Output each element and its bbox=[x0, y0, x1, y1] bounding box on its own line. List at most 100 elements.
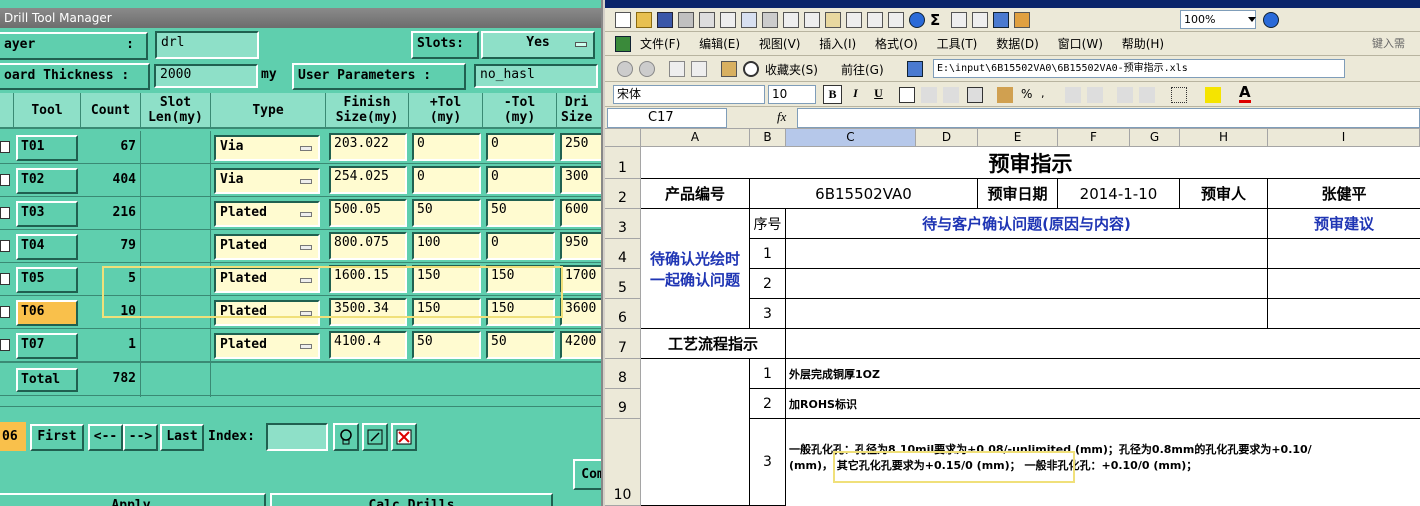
minus-tol-input[interactable]: 50 bbox=[486, 199, 555, 227]
finish-size-input[interactable]: 500.05 bbox=[329, 199, 407, 227]
home-icon[interactable] bbox=[721, 61, 737, 77]
type-dropdown[interactable]: Plated bbox=[214, 201, 320, 227]
decrease-decimal-icon[interactable] bbox=[1087, 87, 1103, 103]
font-color-icon[interactable]: A bbox=[1239, 84, 1251, 103]
suggest-cell[interactable] bbox=[1268, 269, 1420, 299]
search-icon[interactable] bbox=[743, 61, 759, 77]
autosum-icon[interactable]: Σ bbox=[930, 12, 946, 28]
menu-data[interactable]: 数据(D) bbox=[996, 37, 1039, 51]
percent-icon[interactable]: % bbox=[1021, 87, 1032, 101]
stop-icon[interactable] bbox=[669, 61, 685, 77]
minus-tol-input[interactable]: 0 bbox=[486, 166, 555, 194]
favorites-menu[interactable]: 收藏夹(S) bbox=[765, 61, 818, 78]
row-header-5[interactable]: 5 bbox=[605, 269, 641, 299]
menu-window[interactable]: 窗口(W) bbox=[1058, 37, 1103, 51]
tool-button[interactable]: T01 bbox=[16, 135, 78, 161]
row-header-10[interactable]: 10 bbox=[605, 419, 641, 506]
col-header-c[interactable]: C bbox=[786, 129, 916, 147]
print-icon[interactable] bbox=[699, 12, 715, 28]
research-icon[interactable] bbox=[762, 12, 778, 28]
tool-button[interactable]: T04 bbox=[16, 234, 78, 260]
comma-icon[interactable]: , bbox=[1041, 87, 1045, 100]
next-button[interactable]: --> bbox=[123, 424, 158, 451]
menu-view[interactable]: 视图(V) bbox=[759, 37, 801, 51]
fx-icon[interactable]: fx bbox=[777, 109, 786, 125]
forward-icon[interactable] bbox=[639, 61, 655, 77]
drill-size-input[interactable]: 1700 bbox=[560, 265, 601, 293]
type-dropdown[interactable]: Via bbox=[214, 135, 320, 161]
refresh-icon[interactable] bbox=[691, 61, 707, 77]
col-header-i[interactable]: I bbox=[1268, 129, 1420, 147]
address-input[interactable]: E:\input\6B15502VA0\6B15502VA0-预审指示.xls bbox=[933, 59, 1345, 78]
finish-size-input[interactable]: 4100.4 bbox=[329, 331, 407, 359]
plus-tol-input[interactable]: 50 bbox=[412, 199, 481, 227]
row-header-1[interactable]: 1 bbox=[605, 147, 641, 179]
apply-button[interactable]: Apply bbox=[0, 493, 266, 506]
drill-size-input[interactable]: 250 bbox=[560, 133, 601, 161]
align-left-icon[interactable] bbox=[899, 87, 915, 103]
goto-menu[interactable]: 前往(G) bbox=[841, 61, 884, 78]
borders-icon[interactable] bbox=[1171, 87, 1187, 103]
paste-icon[interactable] bbox=[825, 12, 841, 28]
drawing-icon[interactable] bbox=[1014, 12, 1030, 28]
last-button[interactable]: Last bbox=[160, 424, 204, 451]
chart-icon[interactable] bbox=[993, 12, 1009, 28]
suggest-cell[interactable] bbox=[1268, 299, 1420, 329]
process-header-cell[interactable] bbox=[786, 329, 1420, 359]
col-header-a[interactable]: A bbox=[641, 129, 750, 147]
currency-icon[interactable] bbox=[997, 87, 1013, 103]
font-name-select[interactable]: 宋体 bbox=[613, 85, 765, 104]
underline-button[interactable]: U bbox=[869, 85, 888, 104]
issue-cell[interactable] bbox=[786, 239, 1268, 269]
slots-dropdown[interactable]: Yes bbox=[481, 31, 595, 59]
sort-asc-icon[interactable] bbox=[951, 12, 967, 28]
row-header-6[interactable]: 6 bbox=[605, 299, 641, 329]
process-text-2[interactable]: 加ROHS标识 bbox=[786, 389, 1420, 419]
menu-edit[interactable]: 编辑(E) bbox=[699, 37, 740, 51]
calc-drills-button[interactable]: Calc Drills bbox=[270, 493, 553, 506]
merge-center-icon[interactable] bbox=[967, 87, 983, 103]
first-button[interactable]: First bbox=[30, 424, 84, 451]
user-params-input[interactable]: no_hasl bbox=[474, 64, 598, 88]
back-icon[interactable] bbox=[617, 61, 633, 77]
row-header-7[interactable]: 7 bbox=[605, 329, 641, 359]
zoom-select[interactable]: 100% bbox=[1180, 10, 1256, 29]
index-input[interactable] bbox=[266, 423, 328, 451]
name-box[interactable]: C17 bbox=[607, 108, 727, 128]
minus-tol-input[interactable]: 0 bbox=[486, 133, 555, 161]
row-header-3[interactable]: 3 bbox=[605, 209, 641, 239]
finish-size-input[interactable]: 203.022 bbox=[329, 133, 407, 161]
drill-size-input[interactable]: 3600 bbox=[560, 298, 601, 326]
drill-size-input[interactable]: 950 bbox=[560, 232, 601, 260]
formula-input[interactable] bbox=[797, 108, 1420, 128]
suggest-cell[interactable] bbox=[1268, 239, 1420, 269]
col-header-b[interactable]: B bbox=[750, 129, 786, 147]
redo-icon[interactable] bbox=[888, 12, 904, 28]
issue-cell[interactable] bbox=[786, 299, 1268, 329]
edit-button[interactable] bbox=[362, 423, 388, 451]
tool-button[interactable]: T02 bbox=[16, 168, 78, 194]
save-icon[interactable] bbox=[657, 12, 673, 28]
format-painter-icon[interactable] bbox=[846, 12, 862, 28]
process-text-1[interactable]: 外层完成铜厚1OZ bbox=[786, 359, 1420, 389]
drill-size-input[interactable]: 600 bbox=[560, 199, 601, 227]
type-dropdown[interactable]: Plated bbox=[214, 333, 320, 359]
row-header-2[interactable]: 2 bbox=[605, 179, 641, 209]
open-icon[interactable] bbox=[636, 12, 652, 28]
show-web-toolbar-icon[interactable] bbox=[907, 61, 923, 77]
menu-format[interactable]: 格式(O) bbox=[875, 37, 918, 51]
board-thickness-input[interactable]: 2000 bbox=[154, 64, 258, 88]
align-center-icon[interactable] bbox=[921, 87, 937, 103]
tool-button[interactable]: T07 bbox=[16, 333, 78, 359]
drill-size-input[interactable]: 300 bbox=[560, 166, 601, 194]
finish-size-input[interactable]: 254.025 bbox=[329, 166, 407, 194]
col-header-f[interactable]: F bbox=[1058, 129, 1130, 147]
tool-button[interactable]: T03 bbox=[16, 201, 78, 227]
col-header-e[interactable]: E bbox=[978, 129, 1058, 147]
tool-button[interactable]: T05 bbox=[16, 267, 78, 293]
delete-button[interactable] bbox=[391, 423, 417, 451]
prev-button[interactable]: <-- bbox=[88, 424, 123, 451]
minus-tol-input[interactable]: 0 bbox=[486, 232, 555, 260]
cut-icon[interactable] bbox=[783, 12, 799, 28]
col-header-h[interactable]: H bbox=[1180, 129, 1268, 147]
